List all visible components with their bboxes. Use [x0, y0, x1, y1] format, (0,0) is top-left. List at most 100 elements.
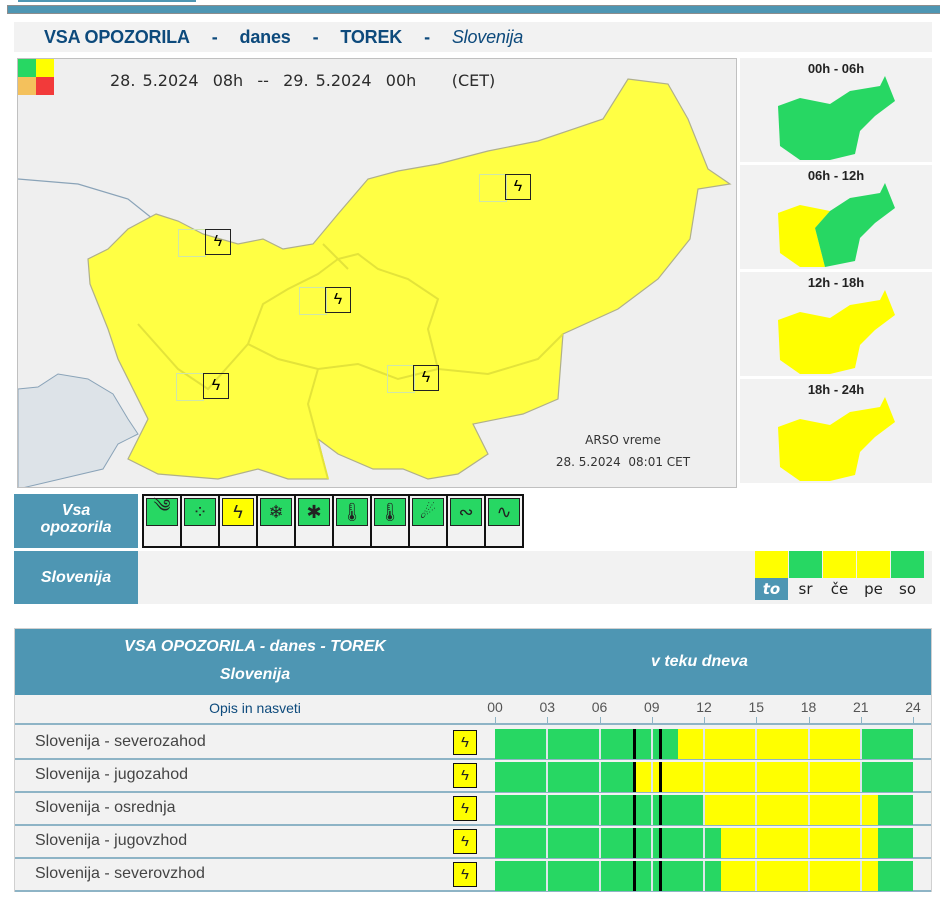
- table-row[interactable]: Slovenija - severozahod ϟ: [15, 727, 931, 760]
- title-sep: -: [312, 26, 319, 47]
- description-link[interactable]: Opis in nasveti: [15, 700, 495, 716]
- warning-type-icons: ༄ ⁘ ϟ ❄ ✱ 🌡 🌡 ☄ ∾ ∿: [142, 494, 524, 548]
- timeline-gridline: [807, 729, 810, 759]
- day-to[interactable]: to: [755, 551, 789, 600]
- day-selector: to sr če pe so: [755, 551, 925, 600]
- timeline-gridline: [807, 795, 810, 825]
- timeline-segment-green: [878, 795, 913, 825]
- timeline-bar: [495, 729, 913, 759]
- warning-type-snow-rain[interactable]: ✱: [296, 496, 334, 546]
- warning-type-thunderstorm[interactable]: ϟ: [220, 496, 258, 546]
- table-header-title: VSA OPOZORILA - danes - TOREK Slovenija: [15, 629, 495, 695]
- lightning-icon: ϟ: [421, 369, 431, 386]
- mini-map-label: 18h - 24h: [807, 382, 865, 397]
- marker-jugovzhod[interactable]: ϟ: [413, 365, 439, 391]
- mini-map-shape: [778, 183, 895, 267]
- mini-map-3[interactable]: 18h - 24h: [740, 379, 932, 483]
- timeline-gridline: [807, 861, 810, 891]
- timeline-gridline: [703, 795, 705, 825]
- warning-type-coastal[interactable]: ∿: [486, 496, 524, 546]
- hour-tick-mark: [495, 717, 496, 724]
- wind-icon: ༄: [146, 496, 178, 526]
- hour-tick-label: 06: [591, 699, 608, 715]
- timeline-gridline: [598, 762, 601, 792]
- timeline-gridline: [703, 729, 705, 759]
- title-main: VSA OPOZORILA: [44, 26, 190, 47]
- region-name: Slovenija - osrednja: [35, 799, 176, 816]
- day-level-swatch: [857, 551, 890, 578]
- period-maps: 00h - 06h 06h - 12h 12h - 18h 18h - 24h: [740, 58, 932, 486]
- lightning-icon[interactable]: ϟ: [453, 763, 477, 788]
- marker-ghost: [387, 365, 415, 393]
- validity-period: 28. 5.2024 08h -- 29. 5.2024 00h (CET): [110, 71, 496, 90]
- hour-tick-label: 15: [748, 699, 765, 715]
- timeline-segment-green: [495, 762, 635, 792]
- timeline-segment-yellow: [677, 729, 861, 759]
- credit-timestamp: 28. 5.2024 08:01 CET: [555, 455, 691, 469]
- warning-type-rain[interactable]: ⁘: [182, 496, 220, 546]
- timeline-gridline: [755, 861, 758, 891]
- all-warnings-label[interactable]: Vsa opozorila: [14, 494, 138, 548]
- current-time-marker: [659, 828, 663, 858]
- mini-map-0[interactable]: 00h - 06h: [740, 58, 932, 162]
- marker-osrednja[interactable]: ϟ: [325, 287, 351, 313]
- warning-type-fog[interactable]: ∾: [448, 496, 486, 546]
- forest-fire-icon: ☄: [412, 498, 444, 526]
- nav-tab-active[interactable]: [18, 0, 196, 2]
- timeline-gridline: [859, 762, 862, 792]
- lightning-icon[interactable]: ϟ: [453, 796, 477, 821]
- mini-map-1[interactable]: 06h - 12h: [740, 165, 932, 269]
- day-level-swatch: [789, 551, 822, 578]
- warning-type-high-temperature[interactable]: 🌡: [372, 496, 410, 546]
- title-sep: -: [424, 26, 430, 47]
- title-region: Slovenija: [451, 26, 524, 47]
- hour-tick-label: 00: [487, 699, 503, 715]
- region-name: Slovenija - severozahod: [35, 733, 206, 750]
- title-day: danes: [239, 26, 291, 47]
- snow-rain-icon: ✱: [298, 498, 330, 526]
- day-če[interactable]: če: [823, 551, 857, 600]
- warning-type-forest-fire[interactable]: ☄: [410, 496, 448, 546]
- fog-icon: ∾: [450, 498, 482, 526]
- region-name: Slovenija - jugozahod: [35, 766, 188, 783]
- table-row[interactable]: Slovenija - jugovzhod ϟ: [15, 826, 931, 859]
- table-row[interactable]: Slovenija - severovzhod ϟ: [15, 859, 931, 892]
- timeline-segment-yellow: [634, 762, 861, 792]
- region-label[interactable]: Slovenija: [14, 551, 138, 604]
- warning-type-low-temperature[interactable]: 🌡: [334, 496, 372, 546]
- day-label: sr: [798, 580, 813, 598]
- table-row[interactable]: Slovenija - jugozahod ϟ: [15, 760, 931, 793]
- accent-bar: [7, 5, 940, 14]
- timeline-gridline: [598, 828, 601, 858]
- timeline-segment-yellow: [721, 828, 879, 858]
- warning-map[interactable]: 28. 5.2024 08h -- 29. 5.2024 00h (CET) ϟ…: [17, 58, 737, 488]
- timeline-gridline: [546, 828, 549, 858]
- mini-map-2[interactable]: 12h - 18h: [740, 272, 932, 376]
- lightning-icon[interactable]: ϟ: [453, 829, 477, 854]
- lightning-icon[interactable]: ϟ: [453, 730, 477, 755]
- hour-tick-label: 24: [905, 699, 921, 715]
- warning-type-snow[interactable]: ❄: [258, 496, 296, 546]
- day-so[interactable]: so: [891, 551, 925, 600]
- hour-tick-label: 03: [539, 699, 556, 715]
- low-temperature-icon: 🌡: [336, 498, 368, 526]
- day-sr[interactable]: sr: [789, 551, 823, 600]
- timeline-gridline: [807, 828, 810, 858]
- legend-red: [36, 77, 54, 95]
- timeline-gridline: [859, 861, 862, 891]
- title-weekday: TOREK: [340, 26, 403, 47]
- map-credit: ARSO vreme 28. 5.2024 08:01 CET: [523, 429, 723, 473]
- marker-severovzhod[interactable]: ϟ: [505, 174, 531, 200]
- lightning-icon[interactable]: ϟ: [453, 862, 477, 887]
- warning-type-wind[interactable]: ༄: [144, 496, 182, 546]
- table-subheader: Opis in nasveti 00 03 06 09 12 15 18 21 24: [15, 695, 931, 725]
- table-row[interactable]: Slovenija - osrednja ϟ: [15, 793, 931, 826]
- timeline-gridline: [859, 795, 862, 825]
- mini-map-shape: [778, 397, 895, 481]
- day-pe[interactable]: pe: [857, 551, 891, 600]
- timeline-bar: [495, 762, 913, 792]
- timeline-gridline: [755, 795, 758, 825]
- marker-severozahod[interactable]: ϟ: [205, 229, 231, 255]
- marker-jugozahod[interactable]: ϟ: [203, 373, 229, 399]
- mini-map-label: 00h - 06h: [807, 61, 865, 76]
